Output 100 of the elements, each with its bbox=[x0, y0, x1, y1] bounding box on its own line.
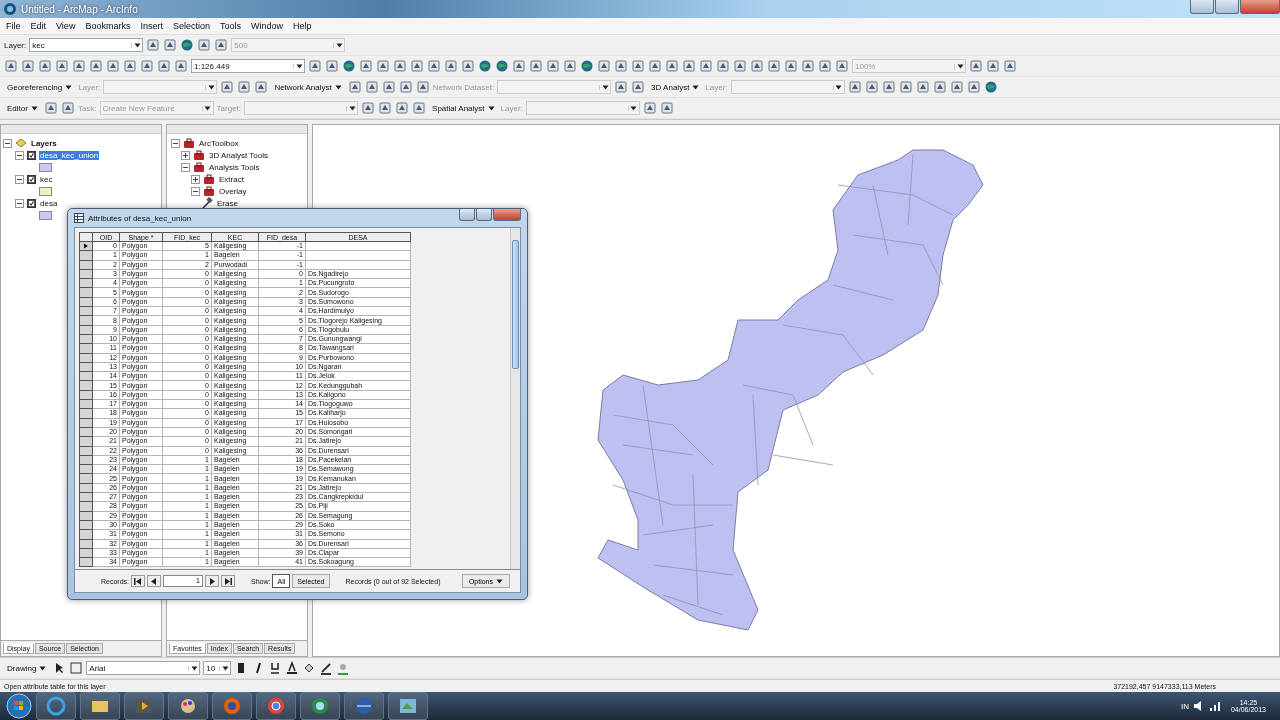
collapse-toggle[interactable] bbox=[3, 138, 12, 148]
line-color-icon[interactable] bbox=[319, 661, 334, 675]
expand-toggle[interactable] bbox=[191, 174, 200, 184]
maximize-button[interactable] bbox=[476, 209, 492, 221]
tool-icon[interactable] bbox=[157, 59, 171, 73]
globe-icon[interactable] bbox=[495, 59, 509, 73]
globe-icon[interactable] bbox=[309, 695, 331, 717]
first-record-button[interactable] bbox=[131, 575, 145, 587]
tool-icon[interactable] bbox=[614, 59, 628, 73]
tool-icon[interactable] bbox=[444, 59, 458, 73]
toolbar-combo[interactable]: 1:126.449 bbox=[191, 59, 305, 73]
tool-icon[interactable] bbox=[986, 59, 1000, 73]
collapse-toggle[interactable] bbox=[15, 174, 24, 184]
tool-icon[interactable] bbox=[699, 59, 713, 73]
tool-icon[interactable] bbox=[427, 59, 441, 73]
expand-toggle[interactable] bbox=[171, 138, 180, 148]
minimize-button[interactable] bbox=[1190, 0, 1214, 14]
tool-icon[interactable] bbox=[89, 59, 103, 73]
menu-item[interactable]: Window bbox=[250, 21, 283, 31]
tool-icon[interactable] bbox=[21, 59, 35, 73]
globe-icon[interactable] bbox=[353, 695, 375, 717]
tool-icon[interactable] bbox=[197, 38, 212, 52]
tool-icon[interactable] bbox=[898, 80, 913, 94]
tool-icon[interactable] bbox=[60, 101, 75, 115]
toolbar-menu[interactable]: Editor bbox=[4, 102, 41, 114]
expand-toggle[interactable] bbox=[181, 150, 190, 160]
menu-item[interactable]: File bbox=[6, 21, 21, 31]
tool-icon[interactable] bbox=[881, 80, 896, 94]
toolbar-menu[interactable]: Network Analyst bbox=[271, 81, 345, 93]
tool-icon[interactable] bbox=[72, 59, 86, 73]
tool-icon[interactable] bbox=[4, 59, 18, 73]
tool-icon[interactable] bbox=[364, 80, 379, 94]
maximize-button[interactable] bbox=[1215, 0, 1239, 14]
browser-icon[interactable] bbox=[45, 695, 67, 717]
marker-color-icon[interactable] bbox=[336, 661, 351, 675]
previous-record-button[interactable] bbox=[147, 575, 161, 587]
next-record-button[interactable] bbox=[205, 575, 219, 587]
toolbar-menu[interactable]: 3D Analyst bbox=[648, 81, 703, 93]
expand-toggle[interactable] bbox=[181, 162, 190, 172]
layer-name[interactable]: kec bbox=[39, 174, 54, 184]
tool-icon[interactable] bbox=[642, 101, 657, 115]
tool-icon[interactable] bbox=[546, 59, 560, 73]
tool-icon[interactable] bbox=[716, 59, 730, 73]
globe-icon[interactable] bbox=[180, 38, 195, 52]
globe-icon[interactable] bbox=[983, 80, 998, 94]
tool-icon[interactable] bbox=[512, 59, 526, 73]
tool-icon[interactable] bbox=[835, 59, 849, 73]
tool-icon[interactable] bbox=[966, 80, 981, 94]
tool-icon[interactable] bbox=[631, 59, 645, 73]
tool-icon[interactable] bbox=[597, 59, 611, 73]
menu-item[interactable]: Edit bbox=[30, 21, 47, 31]
tool-icon[interactable] bbox=[361, 101, 376, 115]
tool-icon[interactable] bbox=[43, 101, 58, 115]
toolbar-menu[interactable]: Drawing bbox=[4, 662, 50, 674]
tool-icon[interactable] bbox=[38, 59, 52, 73]
last-record-button[interactable] bbox=[221, 575, 235, 587]
tool-icon[interactable] bbox=[659, 101, 674, 115]
tool-icon[interactable] bbox=[801, 59, 815, 73]
tool-icon[interactable] bbox=[395, 101, 410, 115]
tool-icon[interactable] bbox=[648, 59, 662, 73]
tool-icon[interactable] bbox=[220, 80, 235, 94]
font-combo[interactable]: Arial bbox=[86, 661, 201, 675]
tool-icon[interactable] bbox=[398, 80, 413, 94]
tool-icon[interactable] bbox=[733, 59, 747, 73]
tool-icon[interactable] bbox=[376, 59, 390, 73]
tree-label[interactable]: Analysis Tools bbox=[208, 162, 261, 172]
tool-icon[interactable] bbox=[174, 59, 188, 73]
close-button[interactable] bbox=[1240, 0, 1280, 14]
tree-label[interactable]: Layers bbox=[30, 138, 58, 148]
globe-icon[interactable] bbox=[580, 59, 594, 73]
tool-icon[interactable] bbox=[410, 59, 424, 73]
tool-icon[interactable] bbox=[106, 59, 120, 73]
tool-icon[interactable] bbox=[359, 59, 373, 73]
tool-icon[interactable] bbox=[864, 80, 879, 94]
globe-icon[interactable] bbox=[478, 59, 492, 73]
tool-icon[interactable] bbox=[767, 59, 781, 73]
browser-icon[interactable] bbox=[265, 695, 287, 717]
menu-item[interactable]: Insert bbox=[140, 21, 163, 31]
row-selector[interactable] bbox=[79, 241, 93, 251]
tool-icon[interactable] bbox=[254, 80, 269, 94]
tree-label[interactable]: Overlay bbox=[218, 186, 248, 196]
tool-icon[interactable] bbox=[682, 59, 696, 73]
tool-icon[interactable] bbox=[784, 59, 798, 73]
tree-label[interactable]: Extract bbox=[218, 174, 245, 184]
tool-icon[interactable] bbox=[563, 59, 577, 73]
layer-name[interactable]: desa_kec_union bbox=[39, 150, 100, 160]
tool-icon[interactable] bbox=[123, 59, 137, 73]
tool-icon[interactable] bbox=[347, 80, 362, 94]
menu-item[interactable]: Selection bbox=[172, 21, 210, 31]
minimize-button[interactable] bbox=[459, 209, 475, 221]
expand-toggle[interactable] bbox=[191, 186, 200, 196]
network-icon[interactable] bbox=[1208, 700, 1221, 712]
tool-icon[interactable] bbox=[932, 80, 947, 94]
tool-icon[interactable] bbox=[55, 59, 69, 73]
start-button[interactable] bbox=[6, 693, 32, 719]
tool-icon[interactable] bbox=[214, 38, 229, 52]
tool-icon[interactable] bbox=[665, 59, 679, 73]
layer-name[interactable]: desa bbox=[39, 198, 59, 208]
layer-checkbox[interactable] bbox=[27, 174, 36, 184]
tool-icon[interactable] bbox=[163, 38, 178, 52]
